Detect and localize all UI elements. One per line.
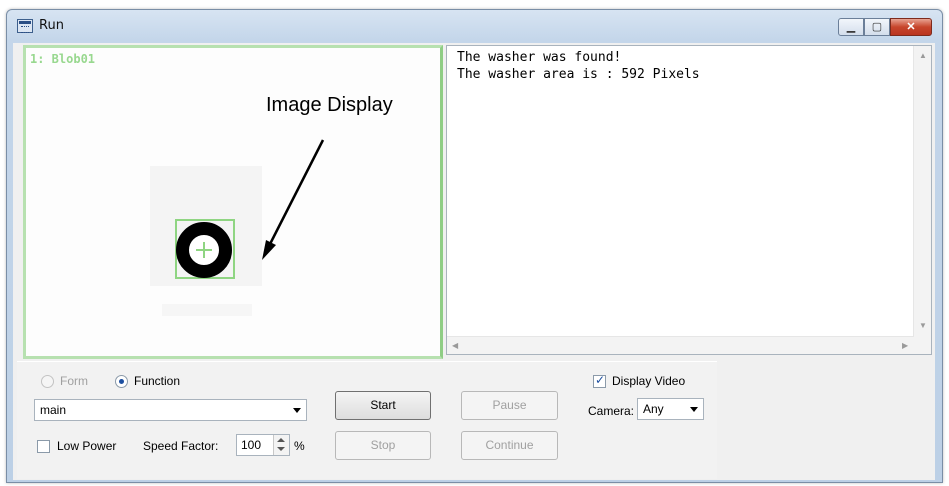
camera-select-value: Any: [643, 402, 664, 416]
spinner-buttons[interactable]: [273, 435, 289, 455]
chevron-down-icon: [690, 407, 698, 412]
window-title: Run: [39, 18, 64, 33]
chevron-down-icon: [293, 408, 301, 413]
output-line: The washer was found!: [457, 50, 622, 65]
display-video-checkbox[interactable]: [593, 373, 606, 388]
low-power-checkbox[interactable]: [37, 440, 50, 453]
speed-factor-label: Speed Factor:: [143, 439, 219, 453]
run-window: Run ▁ ▢ ✕ 1: Blob01 Image Display The wa…: [6, 9, 943, 483]
annotation-arrow-icon: [262, 139, 325, 260]
client-area: 1: Blob01 Image Display The washer was f…: [13, 43, 935, 480]
maximize-button[interactable]: ▢: [864, 18, 890, 36]
start-button[interactable]: Start: [335, 391, 431, 420]
window-controls: ▁ ▢ ✕: [838, 18, 932, 36]
function-select-value: main: [40, 403, 67, 417]
run-window-icon: [17, 19, 33, 33]
camera-select[interactable]: Any: [637, 398, 704, 420]
camera-label: Camera:: [588, 404, 635, 418]
scroll-up-icon[interactable]: ▲: [919, 51, 927, 60]
display-video-label: Display Video: [612, 374, 686, 388]
output-console[interactable]: The washer was found! The washer area is…: [446, 45, 932, 355]
horizontal-scrollbar[interactable]: ◀ ▶: [447, 336, 914, 354]
pause-button[interactable]: Pause: [461, 391, 558, 420]
scroll-left-icon[interactable]: ◀: [452, 341, 458, 350]
minimize-button[interactable]: ▁: [838, 18, 864, 36]
low-power-label: Low Power: [57, 439, 117, 453]
form-radio-label: Form: [60, 374, 88, 388]
form-radio[interactable]: [41, 375, 54, 388]
spin-down-icon[interactable]: [277, 447, 285, 451]
scroll-down-icon[interactable]: ▼: [919, 321, 927, 330]
output-line: The washer area is : 592 Pixels: [457, 67, 700, 82]
run-controls-panel: Form Function main Low Power Speed Facto…: [17, 361, 717, 479]
stop-button[interactable]: Stop: [335, 431, 431, 460]
scroll-right-icon[interactable]: ▶: [902, 341, 908, 350]
image-display[interactable]: 1: Blob01 Image Display: [23, 45, 443, 359]
speed-factor-spinner[interactable]: 100: [236, 434, 290, 456]
close-button[interactable]: ✕: [890, 18, 932, 36]
function-select[interactable]: main: [34, 399, 307, 421]
scrollbar-corner: [914, 337, 931, 354]
function-radio[interactable]: [115, 375, 128, 388]
speed-factor-unit: %: [294, 439, 305, 453]
function-radio-label: Function: [134, 374, 181, 388]
speed-factor-value: 100: [241, 438, 262, 452]
spin-up-icon[interactable]: [277, 438, 285, 442]
vertical-scrollbar[interactable]: ▲ ▼: [913, 46, 931, 337]
title-bar[interactable]: Run ▁ ▢ ✕: [7, 10, 942, 42]
continue-button[interactable]: Continue: [461, 431, 558, 460]
